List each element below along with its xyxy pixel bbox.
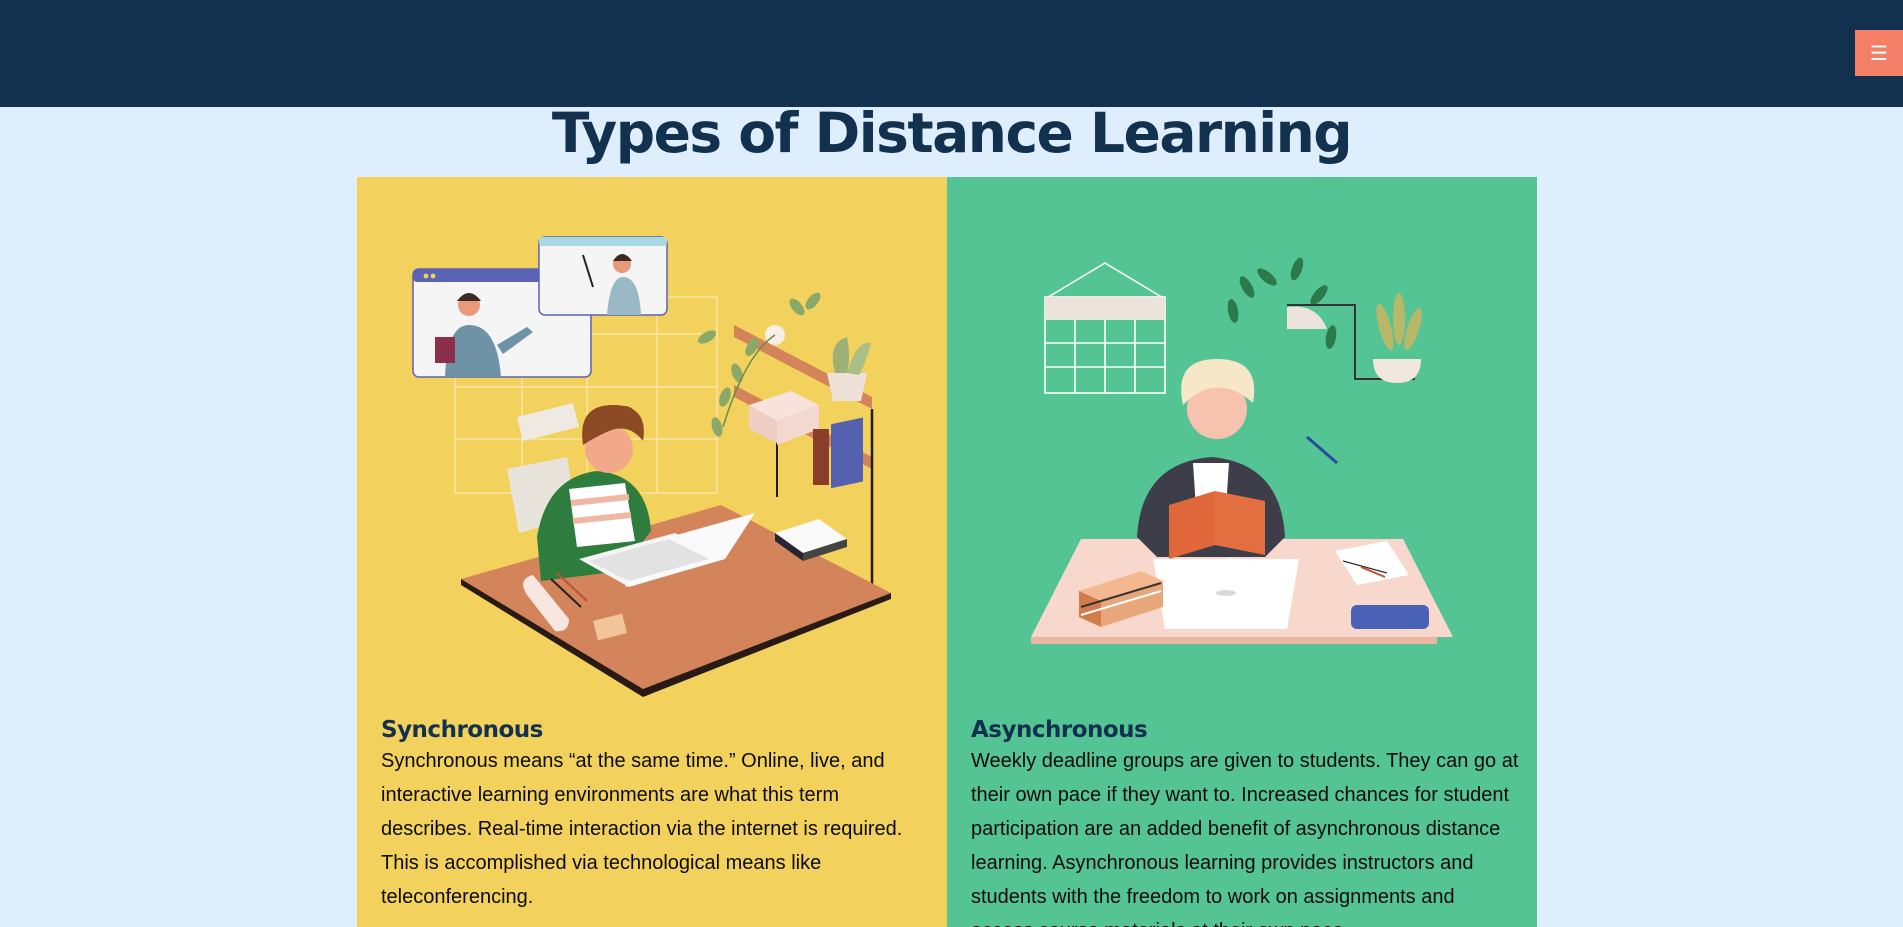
top-navbar: ☰ xyxy=(0,0,1903,107)
student-reading-book-illustration xyxy=(1031,257,1453,644)
synchronous-description: Synchronous means “at the same time.” On… xyxy=(381,750,903,908)
synchronous-card: Synchronous Synchronous means “at the sa… xyxy=(357,177,947,927)
asynchronous-card: Asynchronous Weekly deadline groups are … xyxy=(947,177,1537,927)
student-laptop-video-call-illustration xyxy=(412,236,891,697)
asynchronous-title: Asynchronous xyxy=(971,717,1148,743)
synchronous-title: Synchronous xyxy=(381,717,543,743)
asynchronous-description: Weekly deadline groups are given to stud… xyxy=(971,750,1519,927)
hamburger-menu-icon[interactable]: ☰ xyxy=(1855,30,1903,76)
page-title: Types of Distance Learning xyxy=(551,101,1353,165)
